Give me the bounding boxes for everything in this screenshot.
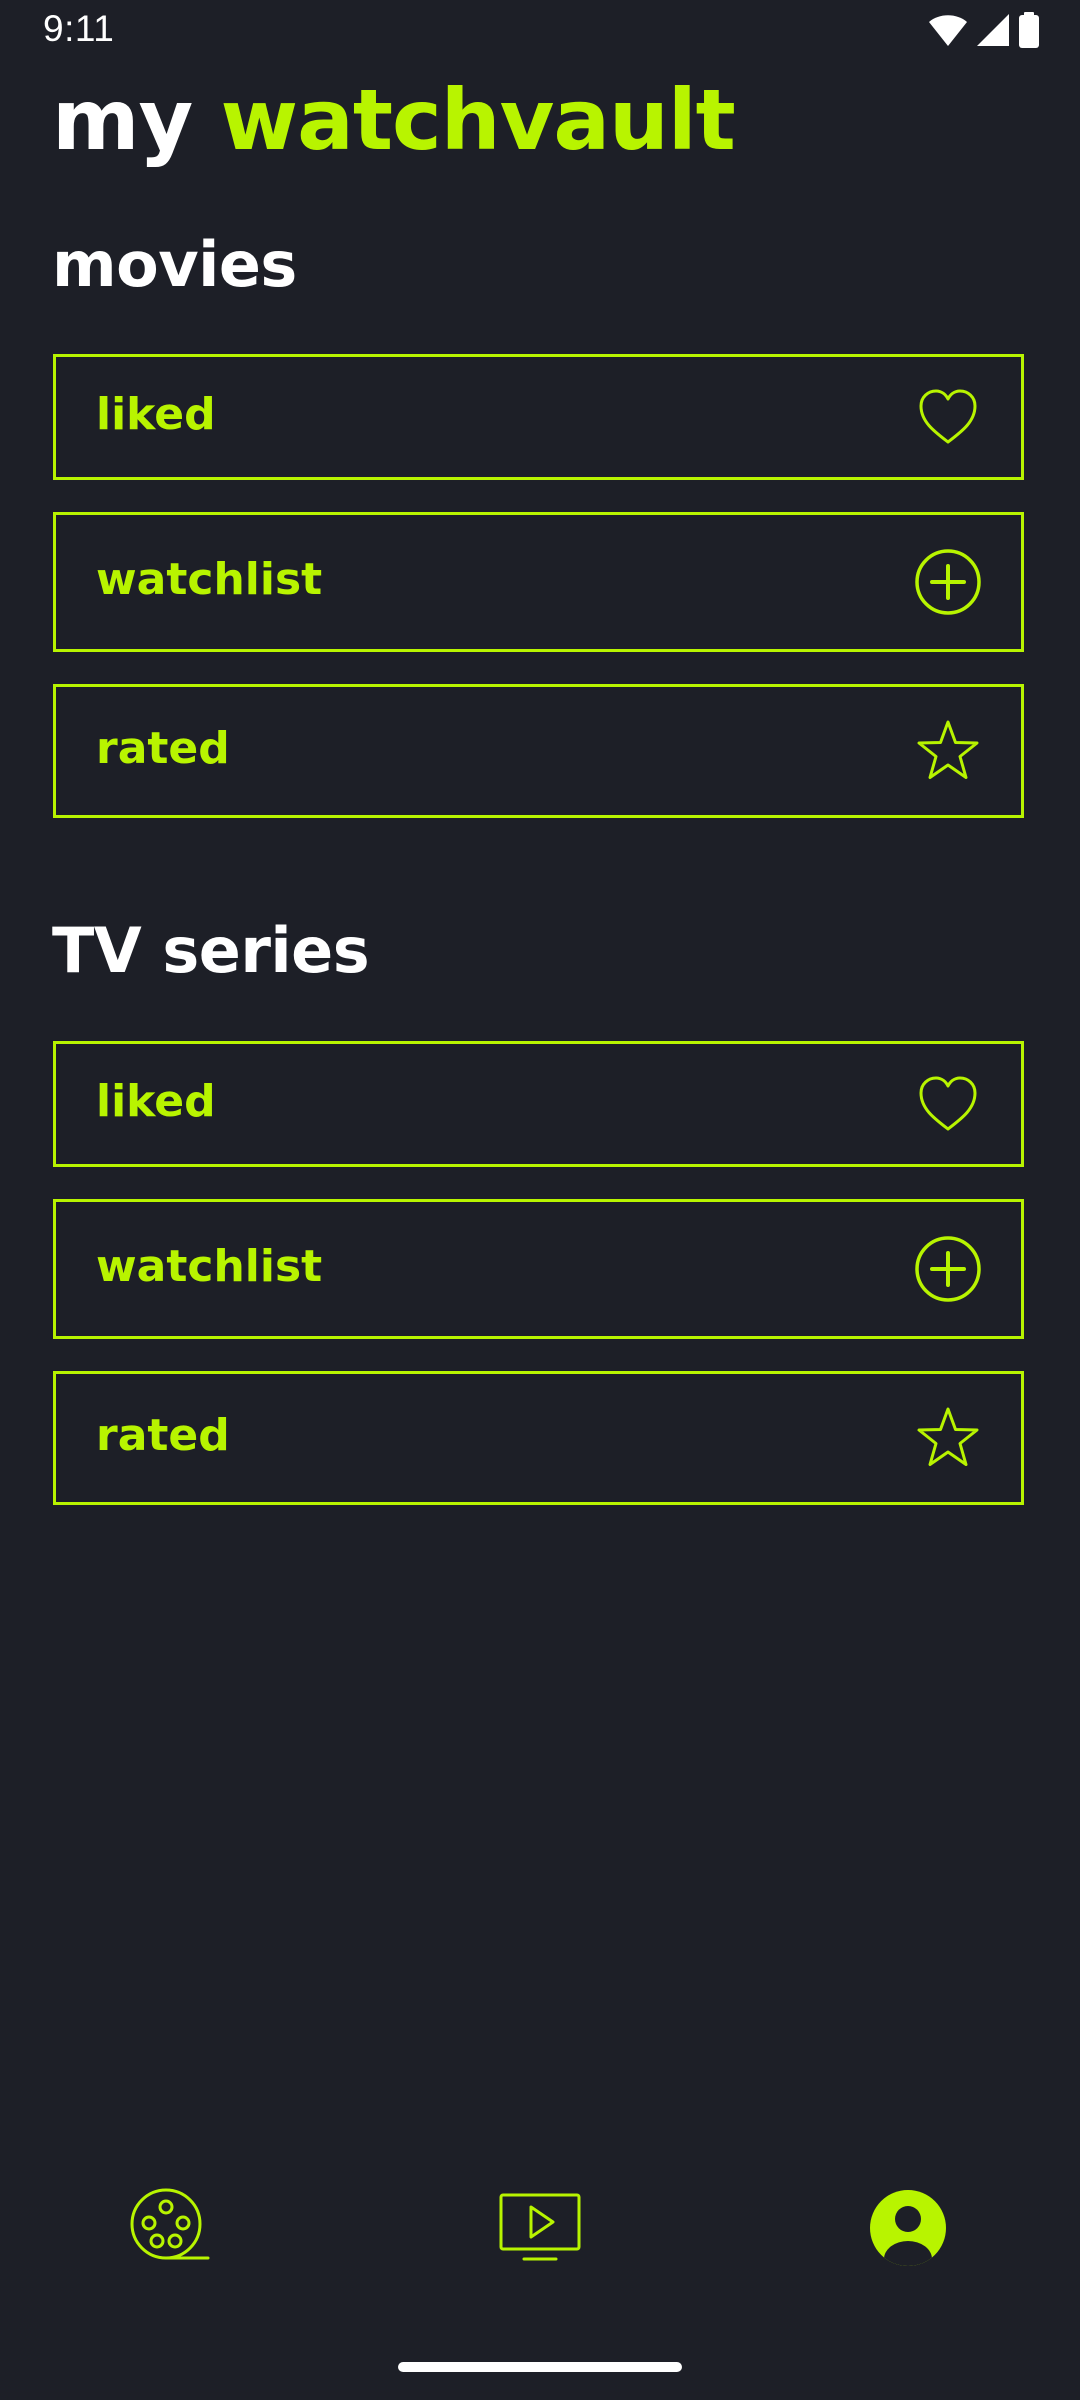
app-title-brand: watchvault [220, 71, 736, 169]
status-bar: 9:11 [0, 0, 1080, 62]
tv-rated-card[interactable]: rated [53, 1371, 1024, 1505]
card-label: liked [96, 388, 216, 440]
film-reel-icon [128, 2186, 212, 2274]
card-label: liked [96, 1075, 216, 1127]
screen: 9:11 my watchvault movies liked watchlis… [0, 0, 1080, 2400]
bottom-nav [0, 2160, 1080, 2300]
plus-circle-icon [913, 547, 983, 617]
card-label: watchlist [96, 1240, 323, 1292]
star-icon [913, 1403, 983, 1473]
profile-icon [869, 2189, 947, 2271]
cellular-signal-icon [976, 13, 1010, 51]
nav-movies-button[interactable] [100, 2160, 240, 2300]
wifi-icon [928, 13, 968, 51]
card-label: watchlist [96, 553, 323, 605]
card-label: rated [96, 1409, 230, 1461]
plus-circle-icon [913, 1234, 983, 1304]
movies-watchlist-card[interactable]: watchlist [53, 512, 1024, 652]
heart-icon [913, 1069, 983, 1139]
nav-tv-button[interactable] [470, 2160, 610, 2300]
section-title-movies: movies [52, 228, 297, 301]
tv-watchlist-card[interactable]: watchlist [53, 1199, 1024, 1339]
card-label: rated [96, 722, 230, 774]
tv-play-icon [498, 2192, 582, 2268]
movies-rated-card[interactable]: rated [53, 684, 1024, 818]
app-title-prefix: my [52, 71, 193, 169]
status-icons [928, 12, 1040, 52]
battery-icon [1018, 12, 1040, 52]
movies-liked-card[interactable]: liked [53, 354, 1024, 480]
status-time: 9:11 [43, 8, 115, 49]
nav-profile-button[interactable] [838, 2160, 978, 2300]
section-title-tv-series: TV series [52, 914, 370, 987]
star-icon [913, 716, 983, 786]
app-title: my watchvault [52, 70, 736, 170]
tv-liked-card[interactable]: liked [53, 1041, 1024, 1167]
gesture-navigation-bar[interactable] [398, 2362, 682, 2372]
heart-icon [913, 382, 983, 452]
